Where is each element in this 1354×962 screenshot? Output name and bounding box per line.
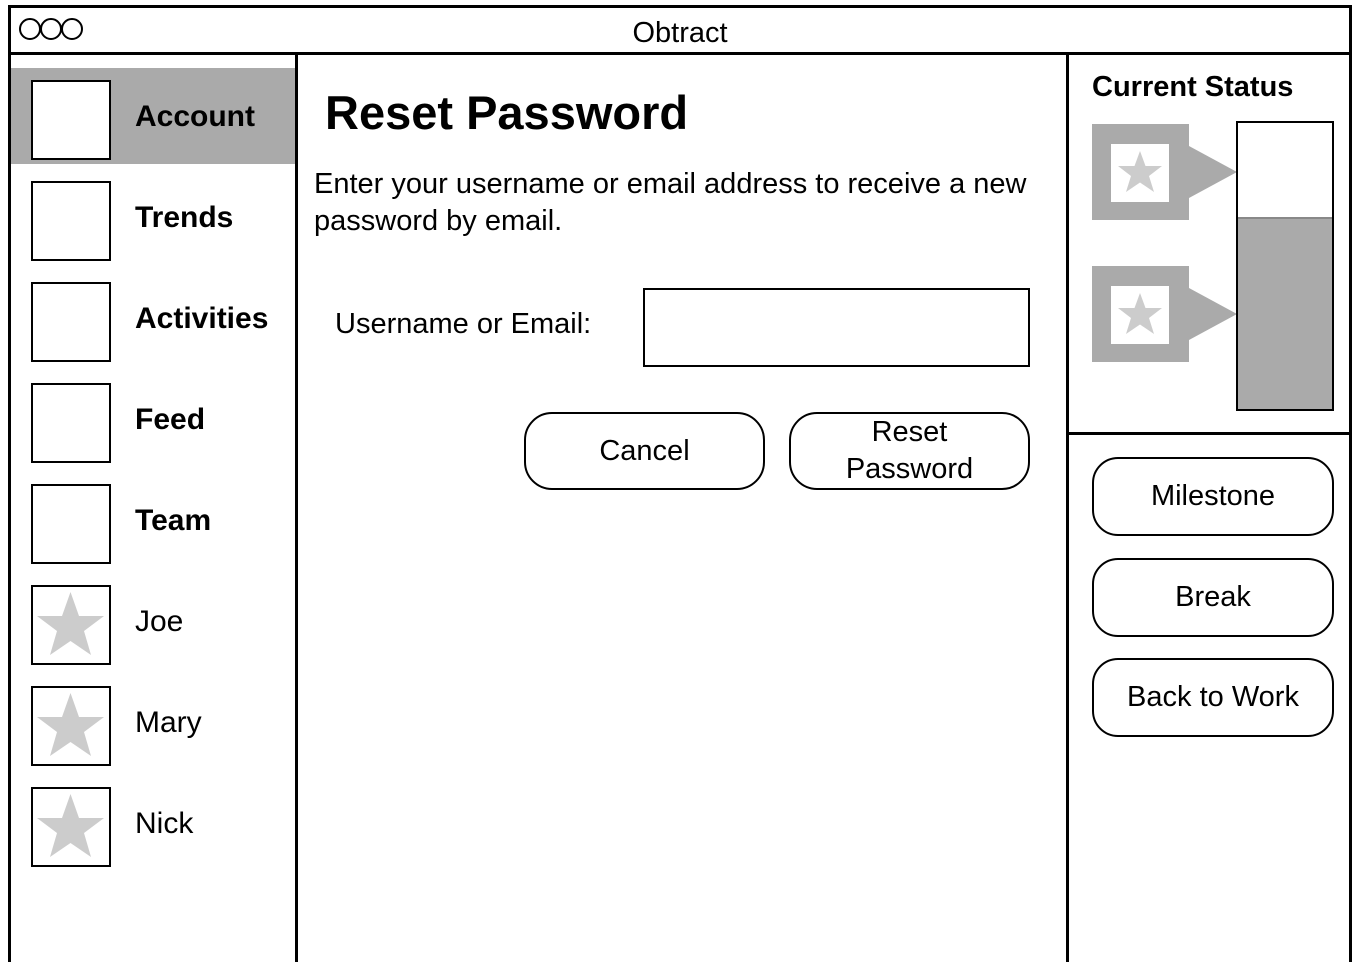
sidebar-item-label: Account (135, 100, 255, 133)
status-progress-bar (1236, 121, 1334, 411)
sidebar-item-account[interactable]: Account (11, 68, 295, 164)
sidebar-item-activities[interactable]: Activities (11, 270, 295, 366)
divider (1069, 432, 1349, 435)
sidebar-item-team[interactable]: Team (11, 472, 295, 568)
sidebar-item-nick[interactable]: Nick (11, 775, 295, 871)
app-title: Obtract (632, 17, 728, 49)
milestone-button[interactable]: Milestone (1092, 457, 1334, 536)
sidebar-item-label: Mary (135, 706, 202, 739)
pointer-arrow-icon (1189, 288, 1237, 340)
star-icon (31, 585, 111, 665)
description-text: Enter your username or email address to … (314, 168, 1027, 237)
reset-password-button[interactable]: Reset Password (789, 412, 1030, 490)
title-bar: Obtract (11, 8, 1349, 55)
sidebar-nav: Account Trends Activities Feed Team Joe (11, 55, 298, 962)
sidebar-item-joe[interactable]: Joe (11, 573, 295, 669)
sidebar-item-mary[interactable]: Mary (11, 674, 295, 770)
status-token (1092, 124, 1237, 220)
sidebar-item-label: Feed (135, 403, 206, 436)
image-placeholder-icon (31, 383, 111, 463)
image-placeholder-icon (31, 80, 111, 160)
status-panel: Current Status Milestone Break Back to W… (1066, 55, 1349, 962)
pointer-arrow-icon (1189, 146, 1237, 198)
star-icon (1111, 144, 1169, 202)
sidebar-item-label: Team (135, 504, 212, 537)
star-icon (1111, 286, 1169, 344)
sidebar-item-feed[interactable]: Feed (11, 371, 295, 467)
star-icon (31, 787, 111, 867)
image-placeholder-icon (31, 484, 111, 564)
page-title: Reset Password (325, 86, 689, 139)
username-email-input[interactable] (643, 288, 1030, 367)
username-email-label: Username or Email: (335, 308, 592, 340)
sidebar-item-trends[interactable]: Trends (11, 169, 295, 265)
back-to-work-button[interactable]: Back to Work (1092, 658, 1334, 737)
sidebar-item-label: Activities (135, 302, 269, 335)
break-button[interactable]: Break (1092, 558, 1334, 637)
sidebar-item-label: Trends (135, 201, 234, 234)
sidebar-item-label: Joe (135, 605, 184, 638)
app-window: Obtract Account Trends Activities Feed T… (8, 5, 1352, 962)
status-token (1092, 266, 1237, 362)
cancel-button[interactable]: Cancel (524, 412, 765, 490)
progress-fill (1238, 217, 1332, 409)
image-placeholder-icon (31, 181, 111, 261)
status-title: Current Status (1092, 71, 1294, 103)
image-placeholder-icon (31, 282, 111, 362)
sidebar-item-label: Nick (135, 807, 194, 840)
star-icon (31, 686, 111, 766)
main-content: Reset Password Enter your username or em… (301, 55, 1066, 962)
